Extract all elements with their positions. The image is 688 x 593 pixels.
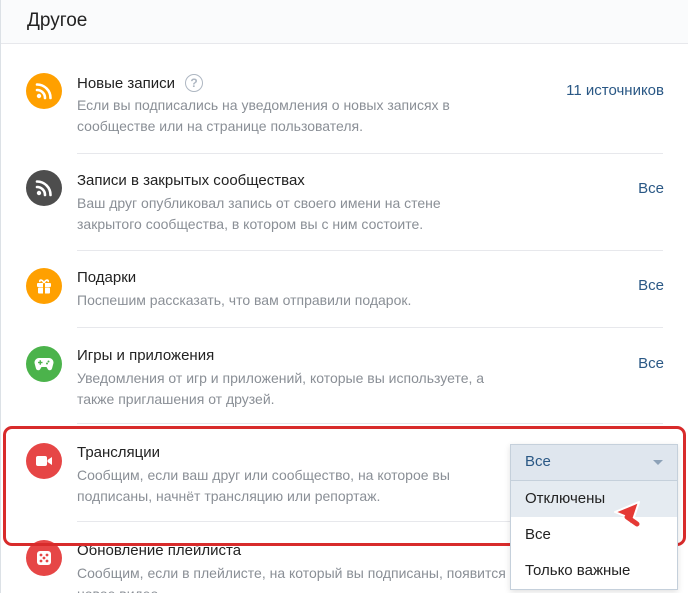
gamepad-icon bbox=[26, 346, 62, 382]
divider bbox=[77, 250, 663, 251]
notifications-panel: Другое Новые записи? Если вы подписались… bbox=[0, 0, 688, 593]
setting-description: Если вы подписались на уведомления о нов… bbox=[77, 97, 450, 134]
setting-value-link[interactable]: Все bbox=[638, 180, 664, 197]
setting-title: Новые записи? bbox=[77, 74, 204, 92]
help-icon[interactable]: ? bbox=[185, 74, 204, 92]
setting-description: Ваш друг опубликовал запись от своего им… bbox=[77, 195, 441, 232]
divider bbox=[77, 423, 663, 424]
cursor-arrow-icon bbox=[613, 500, 645, 533]
rss-icon bbox=[26, 73, 62, 109]
setting-value-link[interactable]: 11 источников bbox=[566, 82, 664, 99]
setting-description: Поспешим рассказать, что вам отправили п… bbox=[77, 292, 412, 308]
setting-value-link[interactable]: Все bbox=[638, 277, 664, 294]
section-header: Другое bbox=[1, 0, 688, 44]
dropdown-selected-label: Все bbox=[525, 453, 551, 470]
dropdown-option-all[interactable]: Все bbox=[511, 517, 677, 553]
dropdown-option-important[interactable]: Только важные bbox=[511, 553, 677, 589]
dropdown-selected-value[interactable]: Все bbox=[511, 445, 677, 481]
rss-icon bbox=[26, 170, 62, 206]
setting-title: Записи в закрытых сообществах bbox=[77, 172, 305, 189]
section-title: Другое bbox=[27, 10, 88, 31]
notification-level-dropdown[interactable]: Все Отключены Все Только важные bbox=[510, 444, 678, 590]
setting-title: Подарки bbox=[77, 269, 137, 286]
setting-description: Сообщим, если в плейлисте, на который вы… bbox=[77, 565, 506, 593]
dropdown-option-disabled[interactable]: Отключены bbox=[511, 481, 677, 517]
chevron-down-icon bbox=[653, 460, 663, 465]
setting-description: Уведомления от игр и приложений, которые… bbox=[77, 370, 485, 407]
divider bbox=[77, 153, 663, 154]
setting-value-link[interactable]: Все bbox=[638, 355, 664, 372]
gift-icon bbox=[26, 268, 62, 304]
divider bbox=[77, 327, 663, 328]
setting-title: Игры и приложения bbox=[77, 347, 215, 364]
